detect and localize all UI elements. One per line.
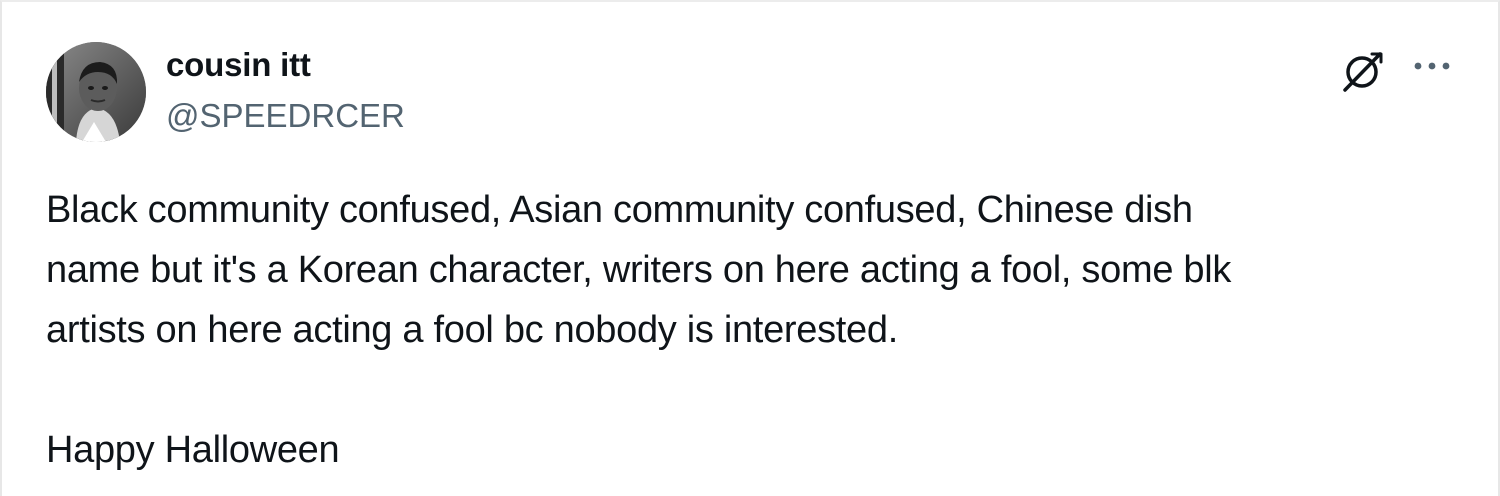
- avatar[interactable]: [46, 42, 146, 142]
- author-display-name[interactable]: cousin itt: [166, 46, 311, 84]
- grok-icon[interactable]: [1340, 48, 1386, 94]
- tweet-text: Black community confused, Asian communit…: [46, 189, 1232, 471]
- tweet-card[interactable]: cousin itt @SPEEDRCER Black community co…: [0, 0, 1500, 496]
- avatar-image: [46, 42, 146, 142]
- more-options-icon[interactable]: [1410, 48, 1454, 88]
- author-handle[interactable]: @SPEEDRCER: [166, 97, 405, 135]
